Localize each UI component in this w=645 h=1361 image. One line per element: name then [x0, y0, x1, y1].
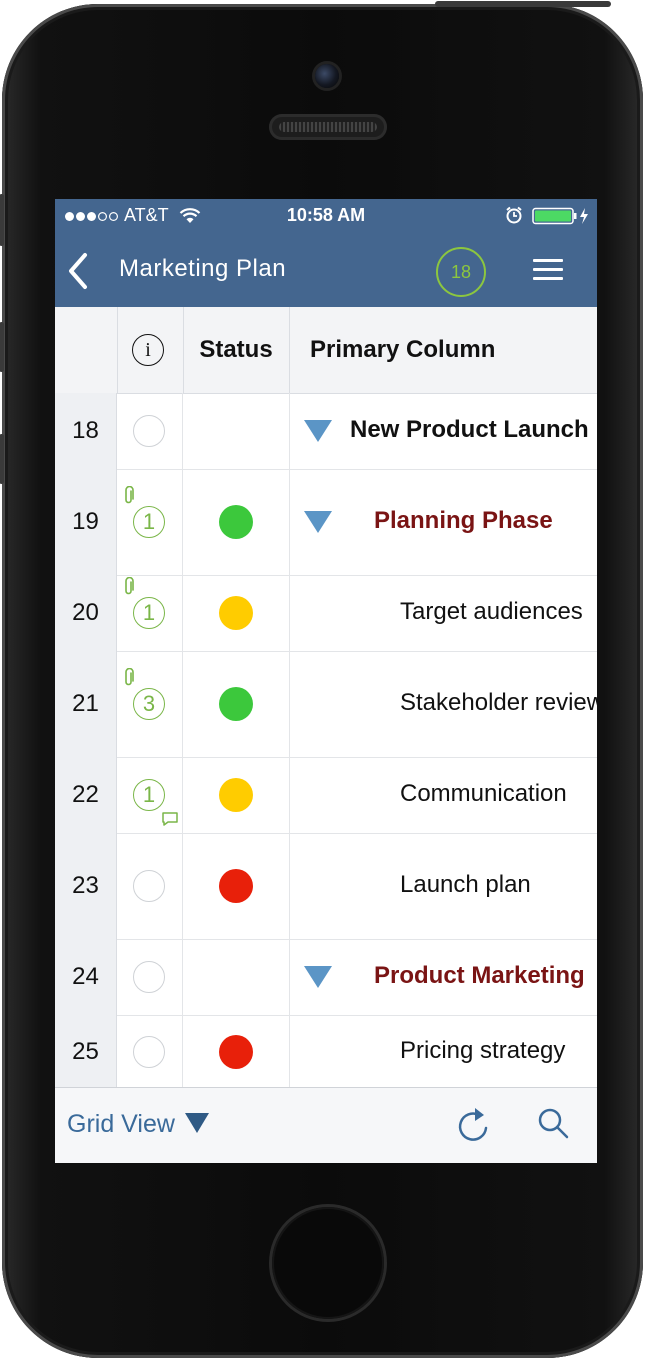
back-button[interactable] — [65, 251, 95, 291]
row-number: 25 — [55, 1015, 117, 1087]
primary-cell-text: Target audiences — [400, 598, 583, 625]
row-number: 23 — [55, 833, 117, 939]
alarm-clock-icon — [506, 206, 522, 224]
primary-cell-text: Launch plan — [400, 871, 531, 898]
paperclip-icon — [125, 486, 134, 504]
row-action-circle[interactable] — [133, 1036, 165, 1068]
row-info-cell[interactable]: 1 — [117, 575, 183, 651]
primary-cell[interactable]: Pricing strategy — [290, 1015, 597, 1087]
row-number: 24 — [55, 939, 117, 1015]
chevron-left-icon — [69, 253, 87, 289]
bottom-toolbar: Grid View — [55, 1087, 597, 1163]
primary-cell[interactable]: Launch plan — [290, 833, 597, 939]
status-cell[interactable] — [183, 757, 290, 833]
row-number: 19 — [55, 469, 117, 575]
app-screen: AT&T 10:58 AM Marketing Plan 18 i Status… — [55, 199, 597, 1163]
primary-cell-text: New Product Launch — [350, 416, 589, 443]
nav-bar: Marketing Plan 18 — [55, 231, 597, 307]
status-red-dot — [219, 1035, 253, 1069]
primary-cell-text: Product Marketing — [374, 962, 585, 989]
status-yellow-dot — [219, 778, 253, 812]
battery-charging-icon — [532, 207, 588, 225]
status-cell[interactable] — [183, 833, 290, 939]
grid-row[interactable]: 19 1 Planning Phase — [55, 469, 597, 576]
primary-cell-text: Communication — [400, 780, 567, 807]
grid-row[interactable]: 20 1 Target audiences — [55, 575, 597, 652]
sheet-title: Marketing Plan — [119, 255, 287, 282]
paperclip-icon — [125, 668, 134, 686]
attachment-count-badge[interactable]: 1 — [133, 597, 165, 629]
view-label: Grid View — [67, 1110, 175, 1138]
mute-switch — [0, 194, 4, 246]
row-number: 18 — [55, 393, 117, 469]
collapse-toggle-icon[interactable] — [304, 966, 332, 988]
primary-cell[interactable]: Stakeholder review — [290, 651, 597, 757]
search-icon[interactable] — [535, 1106, 571, 1142]
status-column-header[interactable]: Status — [183, 307, 290, 393]
grid-row[interactable]: 22 1 Communication — [55, 757, 597, 834]
primary-cell-text: Pricing strategy — [400, 1037, 566, 1064]
row-number: 22 — [55, 757, 117, 833]
grid-header: i Status Primary Column — [55, 307, 597, 394]
row-number: 20 — [55, 575, 117, 651]
volume-up-button — [0, 322, 4, 372]
attachment-count-badge[interactable]: 3 — [133, 688, 165, 720]
grid-row[interactable]: 23 Launch plan — [55, 833, 597, 940]
primary-cell[interactable]: Target audiences — [290, 575, 597, 651]
status-yellow-dot — [219, 596, 253, 630]
row-action-circle[interactable] — [133, 961, 165, 993]
status-green-dot — [219, 505, 253, 539]
grid-row[interactable]: 18 New Product Launch — [55, 393, 597, 470]
primary-cell[interactable]: Communication — [290, 757, 597, 833]
grid-body: 18 New Product Launch 19 1 Planning Phase 20 1… — [55, 393, 597, 1087]
info-icon: i — [132, 334, 164, 366]
row-action-circle[interactable] — [133, 415, 165, 447]
status-cell[interactable] — [183, 651, 290, 757]
status-bar: AT&T 10:58 AM — [55, 199, 597, 231]
earpiece-speaker — [269, 114, 387, 140]
attachment-count-badge[interactable]: 1 — [133, 506, 165, 538]
status-cell[interactable] — [183, 1015, 290, 1087]
primary-cell[interactable]: Product Marketing — [290, 939, 597, 1015]
row-info-cell[interactable] — [117, 939, 183, 1015]
status-cell[interactable] — [183, 939, 290, 1015]
row-info-cell[interactable]: 3 — [117, 651, 183, 757]
row-info-cell[interactable]: 1 — [117, 757, 183, 833]
grid-row[interactable]: 21 3 Stakeholder review — [55, 651, 597, 758]
primary-cell-text: Stakeholder review — [400, 689, 597, 716]
primary-cell-text: Planning Phase — [374, 507, 553, 534]
grid-row[interactable]: 25 Pricing strategy — [55, 1015, 597, 1087]
grid-row[interactable]: 24 Product Marketing — [55, 939, 597, 1016]
volume-down-button — [0, 434, 4, 484]
collapse-toggle-icon[interactable] — [304, 511, 332, 533]
row-info-cell[interactable]: 1 — [117, 469, 183, 575]
status-cell[interactable] — [183, 575, 290, 651]
status-cell[interactable] — [183, 393, 290, 469]
row-action-circle[interactable] — [133, 870, 165, 902]
update-count-badge[interactable]: 18 — [436, 247, 486, 297]
attachment-count-badge[interactable]: 1 — [133, 779, 165, 811]
hamburger-menu-icon[interactable] — [531, 257, 565, 283]
row-info-cell[interactable] — [117, 833, 183, 939]
comment-icon — [162, 812, 178, 826]
row-info-cell[interactable] — [117, 393, 183, 469]
status-cell[interactable] — [183, 469, 290, 575]
collapse-toggle-icon[interactable] — [304, 420, 332, 442]
row-number: 21 — [55, 651, 117, 757]
primary-cell[interactable]: New Product Launch — [290, 393, 597, 469]
primary-cell[interactable]: Planning Phase — [290, 469, 597, 575]
status-green-dot — [219, 687, 253, 721]
home-button[interactable] — [272, 1207, 384, 1319]
caret-down-icon — [184, 1113, 209, 1134]
refresh-icon[interactable] — [453, 1104, 493, 1146]
primary-column-header[interactable]: Primary Column — [310, 307, 495, 393]
power-button — [435, 1, 611, 7]
status-red-dot — [219, 869, 253, 903]
row-info-cell[interactable] — [117, 1015, 183, 1087]
front-camera — [315, 64, 339, 88]
paperclip-icon — [125, 577, 134, 595]
view-switcher-button[interactable]: Grid View — [67, 1110, 209, 1139]
info-column-header[interactable]: i — [117, 307, 184, 393]
row-number-header — [55, 307, 118, 393]
